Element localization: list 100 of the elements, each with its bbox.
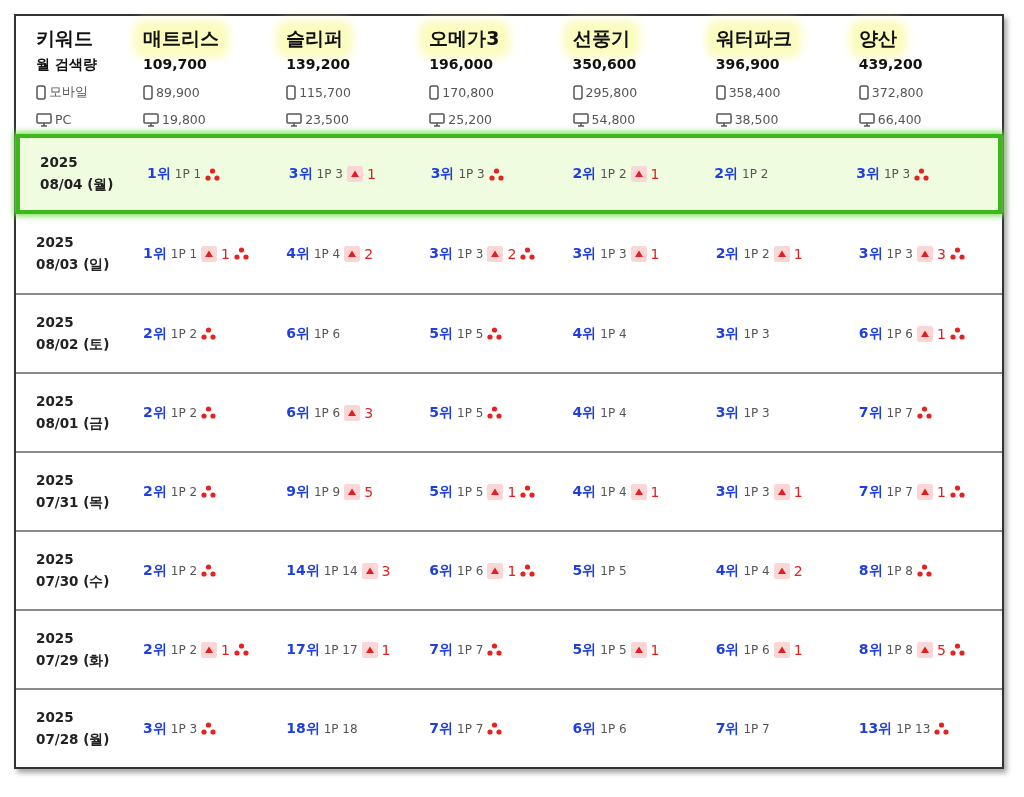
date-row[interactable]: 2025 08/04 (월) 1위 1P 1 3위 1P 3 1 3위 1P 3 2위 1P 2 1 2위 1P 2 3위 1P 3 bbox=[16, 134, 1002, 214]
page-text: 1P 2 bbox=[170, 405, 198, 420]
rank-text: 5위 bbox=[429, 482, 454, 501]
rank-text: 6위 bbox=[286, 403, 310, 422]
date-text: 07/30 (수) bbox=[36, 572, 111, 591]
rank-text: 2위 bbox=[715, 244, 740, 263]
phone-icon bbox=[286, 85, 297, 100]
date-row[interactable]: 2025 08/02 (토) 2위 1P 2 6위 1P 6 5위 1P 5 4위 1P 4 3위 1P 3 6위 1P 6 1 bbox=[16, 293, 1002, 372]
phone-icon bbox=[572, 85, 583, 100]
rank-text: 1위 bbox=[143, 244, 167, 263]
page-text: 1P 3 bbox=[886, 246, 913, 261]
rank-text: 3위 bbox=[288, 165, 313, 183]
rank-change: 5 bbox=[936, 641, 946, 658]
mobile-volume: 89,900 bbox=[156, 85, 200, 100]
total-volume: 439,200 bbox=[858, 56, 923, 72]
rank-change: 1 bbox=[507, 483, 517, 500]
keyword-header: 양산 bbox=[854, 26, 901, 52]
date-text: 08/02 (토) bbox=[36, 335, 111, 354]
phone-icon bbox=[715, 85, 726, 100]
page-text: 1P 3 bbox=[743, 484, 770, 499]
keyword-header: 슬리퍼 bbox=[282, 26, 348, 52]
up-arrow-icon bbox=[630, 483, 647, 500]
up-arrow-icon bbox=[773, 562, 790, 579]
page-text: 1P 6 bbox=[313, 326, 341, 341]
up-arrow-icon bbox=[773, 245, 790, 262]
page-text: 1P 7 bbox=[457, 721, 484, 736]
keyword-header: 선풍기 bbox=[568, 26, 634, 52]
date-text: 08/04 (월) bbox=[40, 176, 115, 194]
up-arrow-icon bbox=[773, 641, 790, 658]
date-row[interactable]: 2025 08/03 (일) 1위 1P 1 1 4위 1P 4 2 3위 1P 3 2 3위 1P 3 1 2위 1P 2 1 3위 1P 3 3 bbox=[16, 214, 1002, 293]
rank-text: 6위 bbox=[286, 324, 310, 343]
page-text: 1P 3 bbox=[170, 721, 198, 736]
page-text: 1P 1 bbox=[174, 167, 202, 181]
page-text: 1P 3 bbox=[743, 405, 770, 420]
pc-volume: 19,800 bbox=[162, 112, 206, 127]
pc-volume: 25,200 bbox=[448, 112, 493, 127]
rank-text: 8위 bbox=[858, 640, 883, 659]
page-text: 1P 3 bbox=[458, 167, 485, 181]
rank-text: 5위 bbox=[429, 403, 454, 422]
page-text: 1P 4 bbox=[313, 246, 341, 261]
up-arrow-icon bbox=[201, 245, 218, 262]
rank-text: 3위 bbox=[715, 482, 740, 501]
mobile-volume: 115,700 bbox=[299, 85, 351, 100]
rank-text: 3위 bbox=[856, 165, 880, 183]
up-arrow-icon bbox=[487, 483, 504, 500]
date-row[interactable]: 2025 07/30 (수) 2위 1P 2 14위 1P 14 3 6위 1P 6 1 5위 1P 5 4위 1P 4 2 8위 1P 8 bbox=[16, 530, 1002, 609]
page-text: 1P 9 bbox=[313, 484, 341, 499]
total-volume: 350,600 bbox=[572, 56, 637, 72]
page-text: 1P 6 bbox=[886, 326, 913, 341]
page-text: 1P 14 bbox=[323, 563, 358, 578]
page-text: 1P 7 bbox=[457, 642, 484, 657]
pc-volume: 38,500 bbox=[734, 112, 779, 127]
monitor-icon bbox=[572, 112, 589, 127]
rank-change: 1 bbox=[381, 641, 391, 658]
date-row[interactable]: 2025 07/28 (월) 3위 1P 3 18위 1P 18 7위 1P 7 6위 1P 6 7위 1P 7 13위 1P 13 bbox=[16, 688, 1002, 767]
date-text: 07/31 (목) bbox=[36, 493, 111, 512]
year-text: 2025 bbox=[36, 471, 75, 488]
page-text: 1P 2 bbox=[170, 326, 198, 341]
rank-text: 2위 bbox=[572, 165, 597, 183]
year-text: 2025 bbox=[36, 708, 75, 725]
page-text: 1P 13 bbox=[896, 721, 931, 736]
rank-text: 4위 bbox=[572, 482, 597, 501]
rank-text: 7위 bbox=[858, 403, 883, 422]
page-text: 1P 4 bbox=[600, 326, 627, 341]
phone-icon bbox=[429, 85, 440, 100]
rank-change: 1 bbox=[793, 641, 803, 658]
up-arrow-icon bbox=[630, 641, 647, 658]
rank-text: 3위 bbox=[430, 165, 455, 183]
rank-text: 2위 bbox=[143, 403, 167, 422]
keyword-header: 오메가3 bbox=[425, 26, 504, 52]
page-text: 1P 17 bbox=[323, 642, 358, 657]
monitor-icon bbox=[286, 112, 303, 127]
rank-text: 3위 bbox=[572, 244, 597, 263]
year-text: 2025 bbox=[36, 313, 75, 330]
rank-text: 7위 bbox=[429, 640, 454, 659]
rank-change: 1 bbox=[507, 562, 517, 579]
page-text: 1P 5 bbox=[457, 326, 484, 341]
page-text: 1P 2 bbox=[742, 167, 769, 181]
up-arrow-icon bbox=[916, 325, 933, 342]
date-row[interactable]: 2025 07/29 (화) 2위 1P 2 1 17위 1P 17 1 7위 1P 7 5위 1P 5 1 6위 1P 6 1 8위 1P 8 5 bbox=[16, 609, 1002, 688]
date-row[interactable]: 2025 08/01 (금) 2위 1P 2 6위 1P 6 3 5위 1P 5 4위 1P 4 3위 1P 3 7위 1P 7 bbox=[16, 372, 1002, 451]
up-arrow-icon bbox=[916, 483, 933, 500]
rank-text: 4위 bbox=[572, 324, 597, 343]
rank-text: 3위 bbox=[143, 719, 167, 738]
rank-text: 6위 bbox=[858, 324, 883, 343]
rank-change: 1 bbox=[221, 641, 230, 658]
rank-text: 3위 bbox=[715, 403, 740, 422]
up-arrow-icon bbox=[344, 245, 361, 262]
rank-text: 3위 bbox=[429, 244, 454, 263]
rank-text: 4위 bbox=[715, 561, 740, 580]
up-arrow-icon bbox=[773, 483, 790, 500]
date-row[interactable]: 2025 07/31 (목) 2위 1P 2 9위 1P 9 5 5위 1P 5 1 4위 1P 4 1 3위 1P 3 1 7위 1P 7 1 bbox=[16, 451, 1002, 530]
rank-text: 18위 bbox=[286, 719, 320, 738]
page-text: 1P 3 bbox=[457, 246, 484, 261]
year-text: 2025 bbox=[40, 154, 79, 170]
rank-text: 1위 bbox=[147, 165, 171, 183]
rank-text: 7위 bbox=[858, 482, 883, 501]
rank-text: 3위 bbox=[715, 324, 740, 343]
phone-icon bbox=[143, 85, 153, 100]
up-arrow-icon bbox=[630, 166, 647, 182]
